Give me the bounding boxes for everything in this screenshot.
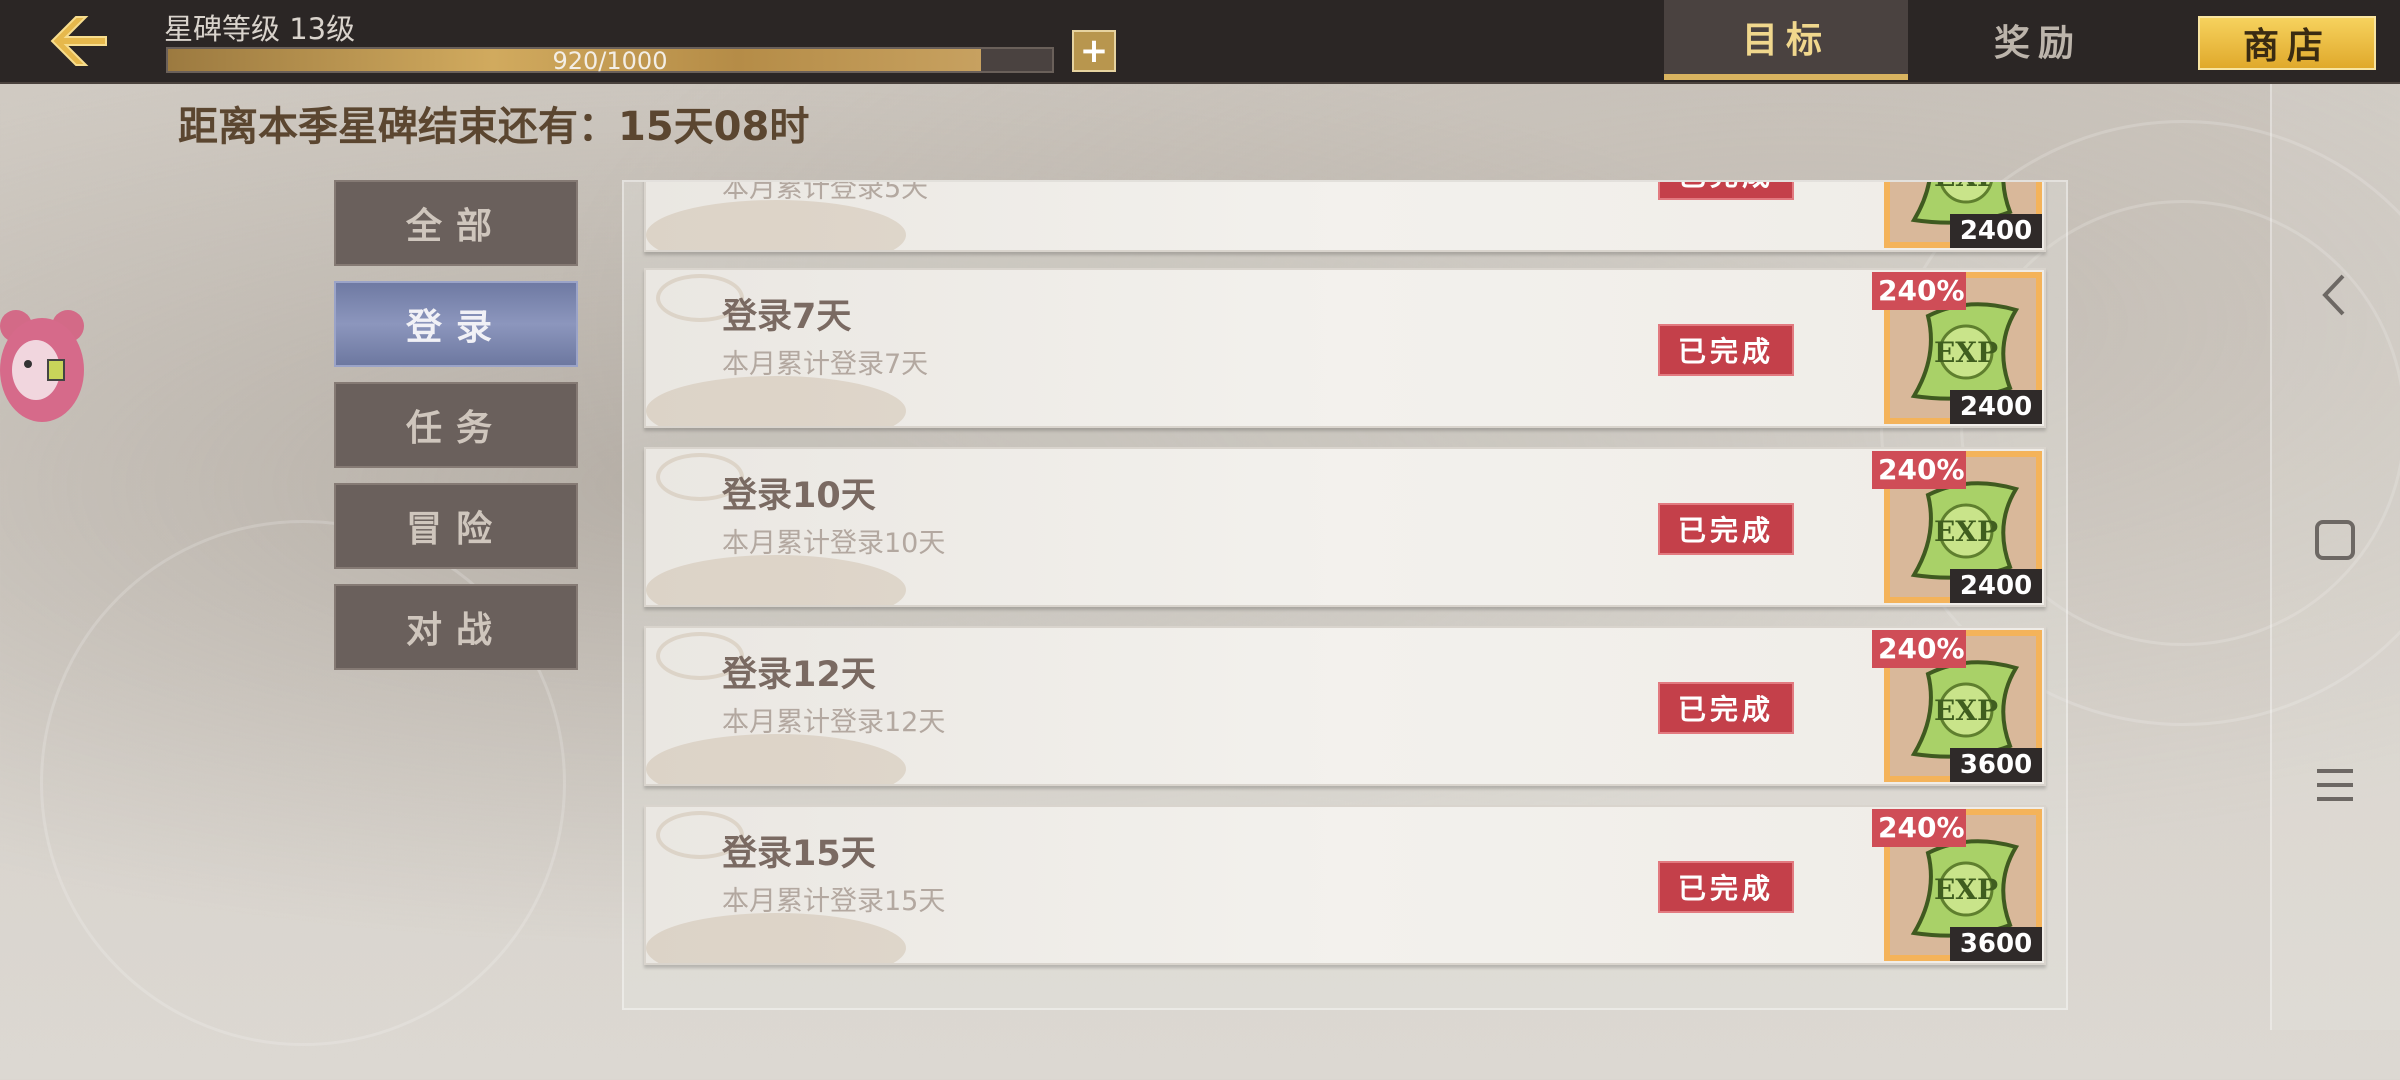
reward-quantity: 2400 xyxy=(1950,569,2042,603)
back-button[interactable] xyxy=(40,8,120,74)
category-adventure[interactable]: 冒险 xyxy=(334,483,578,569)
goal-description: 本月累计登录5天 xyxy=(722,180,929,204)
completed-badge: 已完成 xyxy=(1658,182,1794,200)
bonus-percent-badge: 240% xyxy=(1872,809,1966,847)
goal-description: 本月累计登录12天 xyxy=(722,707,946,738)
list-item: 本月累计登录5天 已完成 EXP 2400 xyxy=(644,180,2046,252)
bonus-percent-badge: 240% xyxy=(1872,272,1966,310)
completed-badge: 已完成 xyxy=(1658,324,1794,376)
category-login[interactable]: 登录 xyxy=(334,281,578,367)
tab-reward[interactable]: 奖励 xyxy=(1916,0,2160,80)
star-stele-level: 星碑等级 13级 xyxy=(164,12,356,46)
level-progress-bar: 920/1000 xyxy=(166,47,1054,73)
goal-title: 登录15天 xyxy=(722,834,876,874)
list-item: 登录12天 本月累计登录12天 已完成 240% EXP 3600 xyxy=(644,626,2046,786)
completed-badge: 已完成 xyxy=(1658,503,1794,555)
reward-quantity: 3600 xyxy=(1950,748,2042,782)
cloud-decoration xyxy=(646,734,906,784)
svg-text:EXP: EXP xyxy=(1934,180,1998,193)
mascot-avatar[interactable] xyxy=(0,308,84,428)
cloud-decoration xyxy=(646,200,906,250)
chevron-left-icon xyxy=(2322,274,2345,316)
nav-back-button[interactable] xyxy=(2300,260,2370,330)
completed-badge: 已完成 xyxy=(1658,682,1794,734)
cloud-decoration xyxy=(646,376,906,426)
svg-text:EXP: EXP xyxy=(1934,873,1998,906)
category-all[interactable]: 全部 xyxy=(334,180,578,266)
square-icon xyxy=(2315,520,2355,560)
goal-title: 登录10天 xyxy=(722,476,876,516)
menu-icon xyxy=(2317,769,2353,801)
nav-home-button[interactable] xyxy=(2300,505,2370,575)
svg-text:EXP: EXP xyxy=(1934,515,1998,548)
reward-slot[interactable]: 240% EXP 2400 xyxy=(1872,451,2042,603)
list-item: 登录10天 本月累计登录10天 已完成 240% EXP 2400 xyxy=(644,447,2046,607)
tab-goal[interactable]: 目标 xyxy=(1664,0,1908,80)
category-tasks[interactable]: 任务 xyxy=(334,382,578,468)
reward-slot[interactable]: 240% EXP 3600 xyxy=(1872,809,2042,961)
bonus-percent-badge: 240% xyxy=(1872,630,1966,668)
add-exp-button[interactable]: + xyxy=(1072,30,1116,72)
mascot-icon xyxy=(0,310,84,422)
back-arrow-icon xyxy=(50,16,107,66)
reward-slot[interactable]: EXP 2400 xyxy=(1884,180,2042,248)
svg-text:EXP: EXP xyxy=(1934,336,1998,369)
plus-icon: + xyxy=(1079,31,1109,71)
goal-description: 本月累计登录7天 xyxy=(722,349,929,380)
cloud-decoration xyxy=(646,913,906,963)
completed-badge: 已完成 xyxy=(1658,861,1794,913)
reward-slot[interactable]: 240% EXP 2400 xyxy=(1872,272,2042,424)
goal-list[interactable]: 本月累计登录5天 已完成 EXP 2400 登录7天 本月累计登录7天 已完成 … xyxy=(622,180,2068,1010)
bonus-percent-badge: 240% xyxy=(1872,451,1966,489)
reward-quantity: 2400 xyxy=(1950,390,2042,424)
reward-slot[interactable]: 240% EXP 3600 xyxy=(1872,630,2042,782)
goal-title: 登录7天 xyxy=(722,297,852,337)
list-item: 登录7天 本月累计登录7天 已完成 240% EXP 2400 xyxy=(644,268,2046,428)
goal-title: 登录12天 xyxy=(722,655,876,695)
goal-description: 本月累计登录15天 xyxy=(722,886,946,917)
level-progress-text: 920/1000 xyxy=(552,47,668,75)
reward-quantity: 2400 xyxy=(1950,214,2042,248)
reward-quantity: 3600 xyxy=(1950,927,2042,961)
cloud-decoration xyxy=(646,555,906,605)
tab-shop[interactable]: 商店 xyxy=(2198,16,2376,70)
category-battle[interactable]: 对战 xyxy=(334,584,578,670)
list-item: 登录15天 本月累计登录15天 已完成 240% EXP 3600 xyxy=(644,805,2046,965)
svg-text:EXP: EXP xyxy=(1934,694,1998,727)
goal-description: 本月累计登录10天 xyxy=(722,528,946,559)
season-countdown: 距离本季星碑结束还有：15天08时 xyxy=(178,104,810,150)
top-bar: 星碑等级 13级 920/1000 + 目标 奖励 商店 xyxy=(0,0,2400,84)
nav-menu-button[interactable] xyxy=(2300,750,2370,820)
